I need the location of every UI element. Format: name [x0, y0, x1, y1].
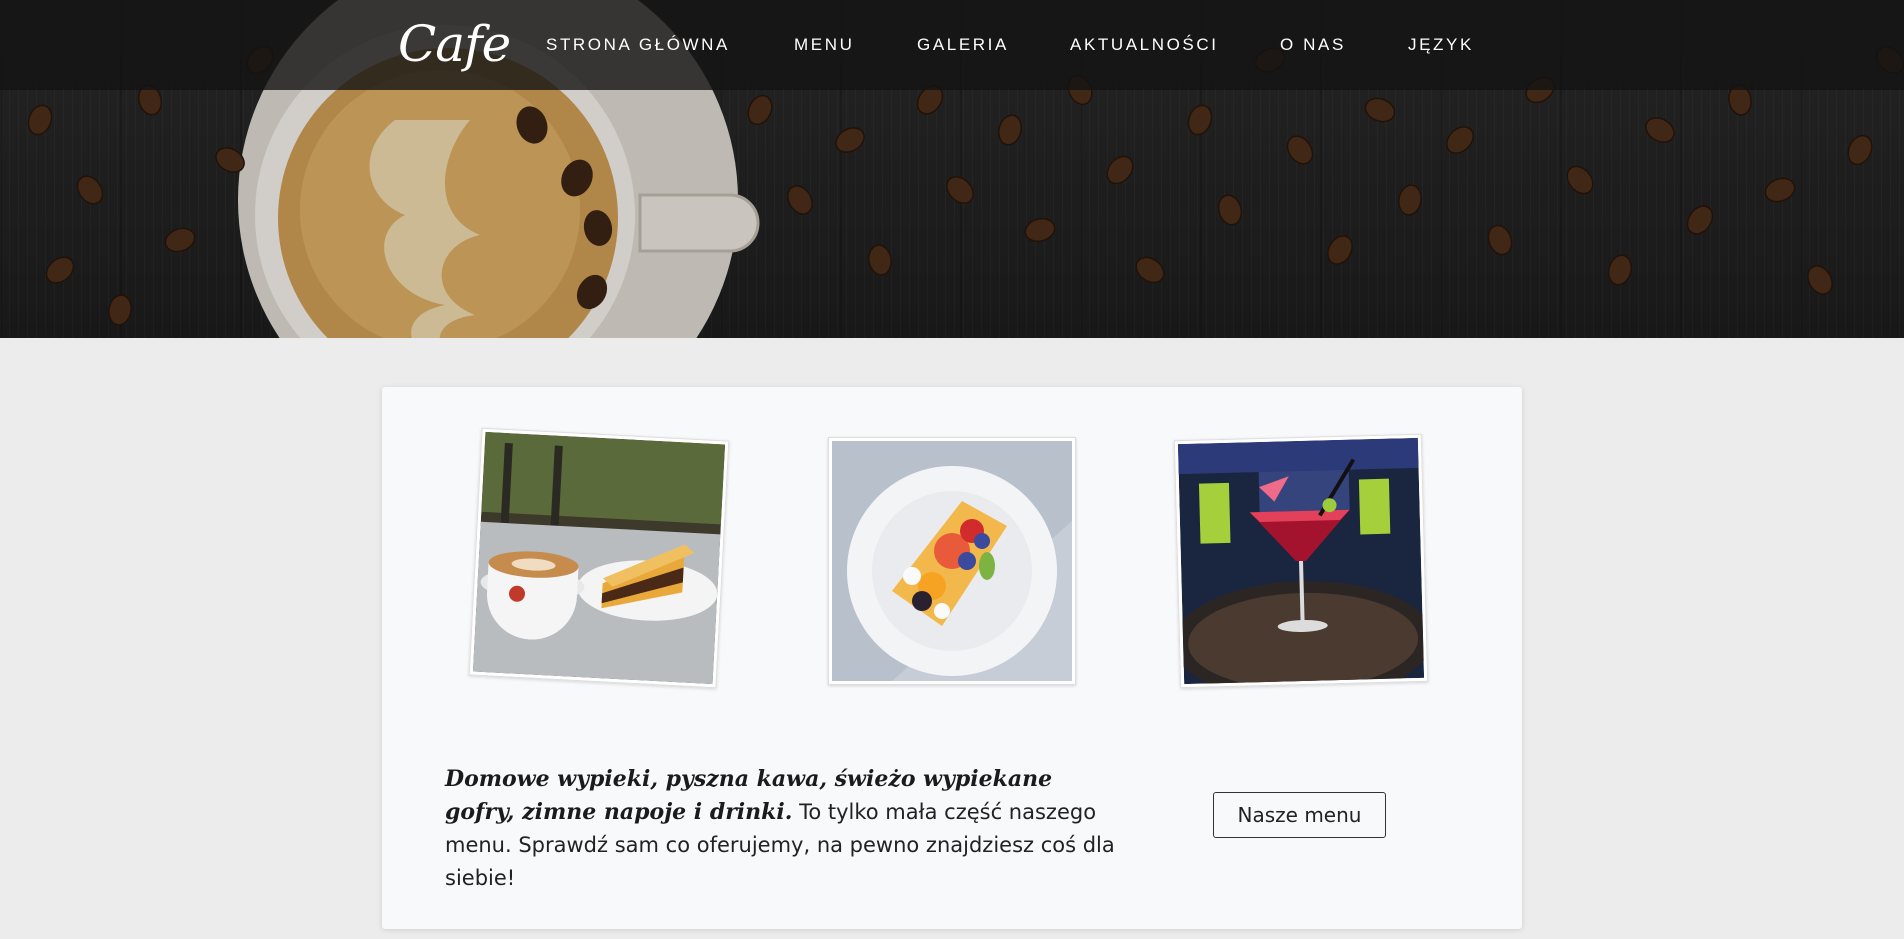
our-menu-button[interactable]: Nasze menu: [1213, 792, 1386, 838]
intro-text: Domowe wypieki, pyszna kawa, świeżo wypi…: [445, 763, 1125, 895]
nav-item-language[interactable]: JĘZYK: [1408, 34, 1474, 56]
nav-item-gallery[interactable]: GALERIA: [917, 34, 1009, 56]
nav-item-news[interactable]: AKTUALNOŚCI: [1070, 34, 1219, 56]
nav-item-menu[interactable]: MENU: [794, 34, 854, 56]
coffee-cake-image: [472, 431, 726, 685]
cocktail-image: [1177, 437, 1425, 685]
nav-item-home[interactable]: STRONA GŁÓWNA: [546, 34, 730, 56]
gallery-photo-cocktail: [1173, 433, 1429, 689]
hero-overlay: [0, 90, 1904, 338]
gallery-photo-coffee-cake: [468, 427, 730, 689]
gallery-photo-fruit-tart: [828, 437, 1076, 685]
brand-logo[interactable]: Cafe: [398, 14, 511, 74]
content-card: Domowe wypieki, pyszna kawa, świeżo wypi…: [382, 387, 1522, 929]
fruit-tart-image: [832, 441, 1072, 681]
nav-item-about[interactable]: O NAS: [1280, 34, 1346, 56]
top-navbar: Cafe STRONA GŁÓWNA MENU GALERIA AKTUALNO…: [0, 0, 1904, 90]
